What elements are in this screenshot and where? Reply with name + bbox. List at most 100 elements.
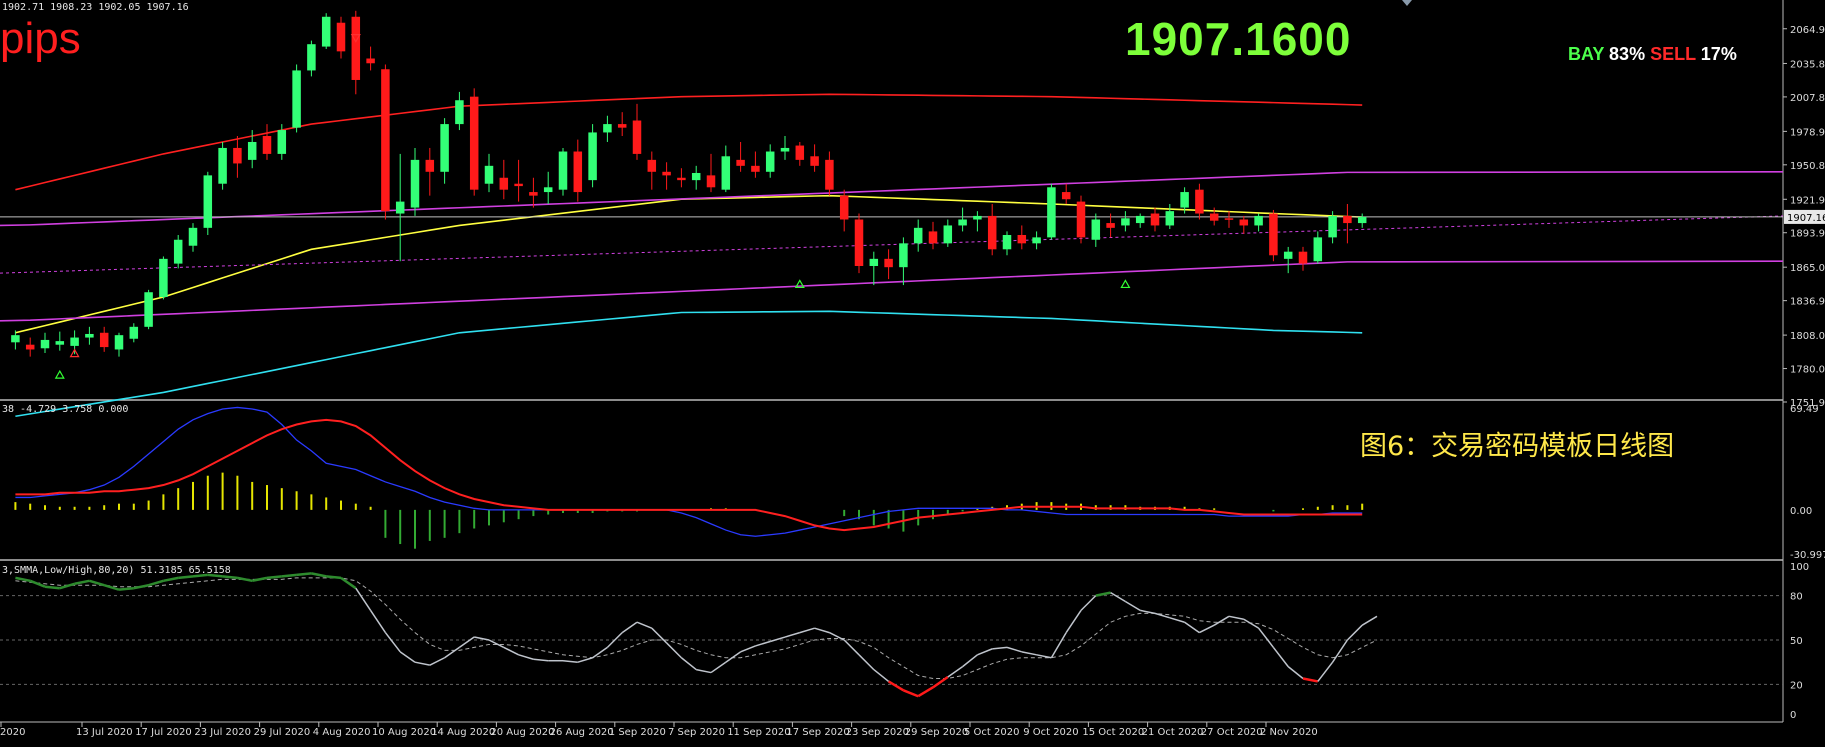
current-price-display: 1907.1600 bbox=[1125, 13, 1352, 65]
candle-body bbox=[617, 124, 627, 128]
candle-body bbox=[514, 183, 523, 187]
stoch-main-segment bbox=[518, 654, 534, 660]
candle-body bbox=[913, 227, 923, 244]
macd-tick-label: -30.997 bbox=[1790, 550, 1825, 561]
candle-body bbox=[1135, 215, 1145, 224]
stoch-signal-line bbox=[15, 577, 1378, 679]
date-tick-label: 21 Oct 2020 bbox=[1142, 727, 1204, 738]
stoch-tick-label: 0 bbox=[1790, 710, 1796, 721]
candle-body bbox=[721, 156, 731, 190]
bay-percent: 83% bbox=[1609, 44, 1646, 64]
date-tick-label: 15 Oct 2020 bbox=[1082, 727, 1144, 738]
candle-body bbox=[469, 96, 479, 190]
stoch-main-segment bbox=[1228, 615, 1244, 621]
stoch-main-segment bbox=[133, 584, 149, 590]
stoch-main-segment bbox=[429, 657, 445, 666]
stoch-main-segment bbox=[621, 621, 638, 634]
stoch-tick-label: 20 bbox=[1790, 680, 1803, 691]
date-tick-label: 29 Jul 2020 bbox=[254, 727, 311, 738]
buy-arrow-icon bbox=[1120, 279, 1131, 289]
stoch-main-segment bbox=[917, 686, 934, 698]
buy-arrow-icon bbox=[54, 369, 65, 379]
stoch-main-segment bbox=[355, 587, 372, 611]
stoch-main-segment bbox=[947, 666, 964, 678]
candle-body bbox=[381, 69, 390, 212]
date-tick-label: 1 Sep 2020 bbox=[609, 727, 666, 738]
candle-body bbox=[351, 16, 361, 80]
stoch-main-segment bbox=[237, 576, 253, 583]
stoch-main-segment bbox=[1317, 661, 1334, 682]
candle-body bbox=[262, 136, 272, 154]
candle-body bbox=[247, 141, 257, 160]
date-tick-label: 26 Aug 2020 bbox=[550, 727, 614, 738]
stoch-main-segment bbox=[1361, 615, 1378, 626]
candle-body bbox=[99, 332, 109, 348]
candle-body bbox=[1061, 192, 1071, 200]
stoch-main-segment bbox=[814, 627, 830, 634]
stoch-main-segment bbox=[1287, 666, 1304, 680]
stoch-main-segment bbox=[932, 675, 949, 689]
stoch-main-segment bbox=[15, 576, 31, 583]
date-tick-label: 2020 bbox=[0, 727, 25, 738]
price-tick-label: 1950.85 bbox=[1790, 161, 1825, 172]
stoch-main-segment bbox=[444, 646, 460, 659]
candle-body bbox=[1343, 215, 1352, 224]
candle-body bbox=[1254, 215, 1263, 226]
sell-label: SELL bbox=[1650, 44, 1696, 64]
stochastic-indicator-label: 3,SMMA,Low/High,80,20) 51.3185 65.5158 bbox=[2, 565, 231, 576]
candle-body bbox=[366, 58, 375, 64]
macd-tick-label: 0.00 bbox=[1790, 506, 1812, 517]
price-tick-label: 1978.90 bbox=[1790, 127, 1825, 138]
stoch-main-segment bbox=[1169, 617, 1185, 623]
stoch-main-segment bbox=[74, 579, 90, 585]
candle-body bbox=[1328, 215, 1337, 238]
candle-body bbox=[677, 177, 686, 181]
stoch-main-segment bbox=[1080, 595, 1097, 611]
stoch-main-segment bbox=[296, 572, 312, 577]
candle-body bbox=[410, 159, 420, 208]
candle-body bbox=[159, 258, 168, 298]
stoch-main-segment bbox=[163, 576, 179, 583]
candle-body bbox=[987, 215, 997, 250]
candle-body bbox=[943, 225, 953, 244]
candle-body bbox=[958, 219, 967, 226]
stoch-main-segment bbox=[755, 640, 771, 647]
candle-body bbox=[499, 177, 509, 190]
candle-body bbox=[751, 165, 760, 172]
stoch-main-segment bbox=[1021, 651, 1037, 656]
stoch-main-segment bbox=[1154, 612, 1171, 619]
candle-body bbox=[884, 258, 893, 268]
stoch-main-segment bbox=[887, 680, 905, 692]
date-tick-label: 5 Oct 2020 bbox=[964, 727, 1019, 738]
candle-body bbox=[218, 147, 227, 184]
candle-body bbox=[1106, 223, 1115, 228]
candle-body bbox=[307, 44, 316, 71]
candle-body bbox=[1209, 213, 1219, 221]
candle-body bbox=[573, 151, 583, 193]
candle-body bbox=[440, 124, 449, 172]
overlay-line bbox=[0, 260, 1784, 322]
candle-body bbox=[40, 339, 50, 349]
stoch-main-segment bbox=[799, 627, 815, 634]
date-tick-label: 4 Aug 2020 bbox=[313, 727, 371, 738]
stoch-main-segment bbox=[222, 575, 238, 580]
candle-body bbox=[1076, 201, 1086, 238]
chart-canvas[interactable]: 2064.95 2035.85 2007.80 1978.90 1950.85 1921.… bbox=[0, 0, 1825, 743]
price-tick-label: 1921.95 bbox=[1790, 195, 1825, 206]
price-tick-label: 2007.80 bbox=[1790, 93, 1825, 104]
stoch-main-segment bbox=[118, 586, 134, 591]
candle-body bbox=[1269, 213, 1278, 256]
stoch-main-segment bbox=[1006, 646, 1023, 653]
stoch-main-segment bbox=[178, 575, 194, 580]
macd-signal-line bbox=[15, 418, 1363, 532]
stoch-main-segment bbox=[29, 579, 46, 588]
overlay-line bbox=[15, 93, 1363, 191]
stoch-main-segment bbox=[1331, 639, 1349, 663]
stoch-tick-label: 80 bbox=[1790, 592, 1803, 603]
chart-caption: 图6：交易密码模板日线图 bbox=[1360, 431, 1675, 462]
stoch-main-segment bbox=[1125, 600, 1141, 612]
current-price-tag-label: 1907.16 bbox=[1787, 213, 1825, 224]
date-tick-label: 10 Aug 2020 bbox=[372, 727, 436, 738]
stoch-main-segment bbox=[651, 627, 668, 644]
candle-body bbox=[1032, 237, 1041, 244]
